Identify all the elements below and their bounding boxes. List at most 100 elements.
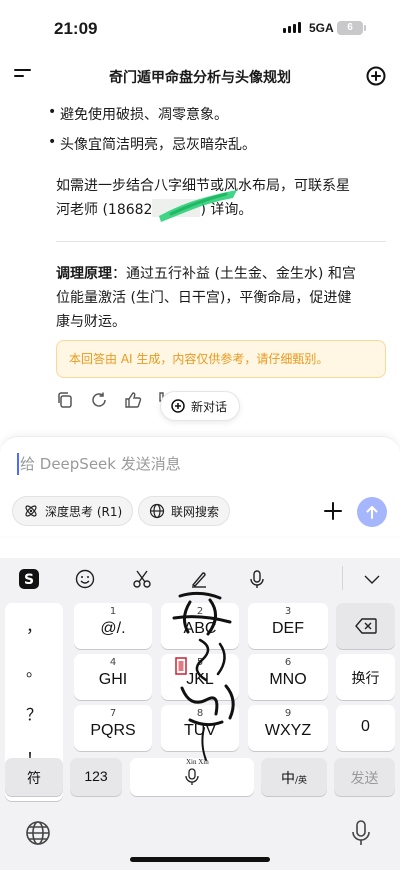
message-input[interactable]	[20, 452, 360, 476]
plus-icon[interactable]	[322, 500, 344, 522]
key-number: 1	[109, 606, 117, 617]
deep-think-label: 深度思考 (R1)	[45, 504, 123, 519]
principle-paragraph: 调理原理：通过五行补益 (土生金、金生水) 和宫 位能量激活 (生门、日干宫)，…	[56, 262, 386, 334]
menu-icon[interactable]	[14, 69, 32, 83]
arrow-up-icon	[366, 506, 378, 519]
dictation-microphone-icon[interactable]	[350, 819, 372, 847]
newline-key[interactable]: 换行	[336, 654, 395, 700]
punct-key[interactable]: 。	[5, 657, 63, 681]
page-title: 奇门遁甲命盘分析与头像规划	[109, 70, 291, 86]
punct-key[interactable]: ？	[5, 701, 63, 725]
new-chat-label: 新对话	[191, 399, 228, 414]
home-indicator	[130, 857, 270, 862]
chevron-down-icon[interactable]	[361, 568, 383, 590]
principle-label: 调理原理	[56, 266, 112, 282]
list-item: 避免使用破损、凋零意象。	[48, 104, 228, 124]
lang-main-label: 中	[280, 771, 295, 787]
newline-label: 换行	[351, 671, 380, 687]
deep-think-icon	[25, 505, 37, 517]
symbol-key[interactable]: 符	[5, 758, 63, 796]
message-actions	[56, 391, 176, 413]
web-search-label: 联网搜索	[171, 504, 220, 519]
key-label: TUV	[184, 722, 216, 739]
key-number: 2	[196, 606, 204, 617]
signal-icon	[283, 22, 301, 33]
divider	[56, 241, 386, 242]
keyboard-send-label: 发送	[350, 771, 379, 787]
sogou-logo-icon[interactable]: S	[18, 568, 40, 590]
composer: 深度思考 (R1) 联网搜索	[0, 436, 400, 536]
text-caret	[17, 453, 19, 475]
key-number: 6	[284, 657, 292, 668]
principle-line-1-text: ：通过五行补益 (土生金、金生水) 和宫	[112, 266, 356, 282]
svg-text:S: S	[24, 572, 34, 588]
keyboard-toolbar: S	[0, 558, 400, 598]
pen-icon[interactable]	[188, 568, 210, 590]
key-label: DEF	[272, 620, 304, 637]
lang-sub-label: /英	[294, 776, 308, 786]
status-bar: 21:09 5GA 6	[0, 0, 400, 56]
contact-phone-prefix: 河老师 (18682	[56, 202, 153, 218]
principle-line-1: 调理原理：通过五行补益 (土生金、金生水) 和宫	[56, 262, 386, 286]
key-7[interactable]: 7 PQRS	[74, 705, 152, 751]
keyboard-send-key[interactable]: 发送	[334, 758, 395, 796]
web-search-toggle[interactable]: 联网搜索	[138, 496, 231, 526]
zero-key[interactable]: 0	[336, 705, 395, 751]
contact-paragraph: 如需进一步结合八字细节或风水布局，可联系星 河老师 (18682) 详询。	[56, 174, 386, 222]
key-label: @/.	[100, 620, 126, 637]
key-5[interactable]: 5 JKL	[161, 654, 239, 700]
battery-level: 6	[347, 22, 353, 33]
redaction-scribble	[159, 190, 237, 222]
zero-label: 0	[361, 718, 370, 735]
punct-key[interactable]: ，	[5, 613, 63, 637]
key-8[interactable]: 8 TUV	[161, 705, 239, 751]
key-number: 7	[109, 708, 117, 719]
key-number: 8	[196, 708, 204, 719]
thumbs-up-icon[interactable]	[124, 391, 142, 409]
list-item: 头像宜简洁明亮，忌灰暗杂乱。	[48, 134, 256, 154]
emoji-icon[interactable]	[74, 568, 96, 590]
key-label: ABC	[183, 620, 217, 637]
new-chat-button[interactable]: 新对话	[160, 391, 241, 421]
globe-icon[interactable]	[25, 820, 51, 846]
microphone-icon	[185, 768, 199, 785]
status-time: 21:09	[54, 19, 98, 38]
key-number: 5	[196, 657, 204, 668]
ai-disclaimer: 本回答由 AI 生成，内容仅供参考，请仔细甄别。	[56, 340, 386, 378]
principle-line-3: 康与财运。	[56, 314, 126, 330]
regenerate-icon[interactable]	[90, 391, 108, 409]
backspace-key[interactable]	[336, 603, 395, 649]
number-switch-label: 123	[84, 768, 108, 784]
key-number: 9	[284, 708, 292, 719]
deep-think-toggle[interactable]: 深度思考 (R1)	[12, 496, 134, 526]
key-9[interactable]: 9 WXYZ	[248, 705, 328, 751]
key-2[interactable]: 2 ABC	[161, 603, 239, 649]
chat-content: 避免使用破损、凋零意象。 头像宜简洁明亮，忌灰暗杂乱。 如需进一步结合八字细节或…	[0, 96, 400, 436]
key-1[interactable]: 1 @/.	[74, 603, 152, 649]
key-number: 3	[284, 606, 292, 617]
send-button[interactable]	[357, 497, 387, 527]
microphone-icon[interactable]	[246, 568, 268, 590]
battery-icon: 6	[337, 21, 366, 35]
watermark-caption: Xin Xin	[186, 758, 209, 766]
symbol-label: 符	[27, 771, 41, 787]
key-3[interactable]: 3 DEF	[248, 603, 328, 649]
app-header: 奇门遁甲命盘分析与头像规划	[0, 56, 400, 96]
new-chat-icon[interactable]	[366, 66, 386, 86]
keyboard: S ， 。 ？ ！ 1@/. 2ABC 3DEF 4GHI 5JKL 6MNO …	[0, 558, 400, 870]
toolbar-separator	[342, 566, 343, 590]
key-6[interactable]: 6 MNO	[248, 654, 328, 700]
copy-icon[interactable]	[56, 391, 74, 409]
key-label: JKL	[186, 671, 214, 688]
number-switch-key[interactable]: 123	[70, 758, 122, 796]
language-switch-key[interactable]: 中/英	[261, 758, 327, 796]
plus-circle-icon	[171, 399, 185, 413]
key-4[interactable]: 4 GHI	[74, 654, 152, 700]
key-label: PQRS	[90, 722, 136, 739]
network-type: 5GA	[309, 21, 334, 35]
key-label: GHI	[98, 671, 128, 688]
scissors-icon[interactable]	[131, 568, 153, 590]
backspace-icon	[355, 618, 377, 634]
key-number: 4	[109, 657, 117, 668]
globe-icon	[149, 503, 165, 519]
